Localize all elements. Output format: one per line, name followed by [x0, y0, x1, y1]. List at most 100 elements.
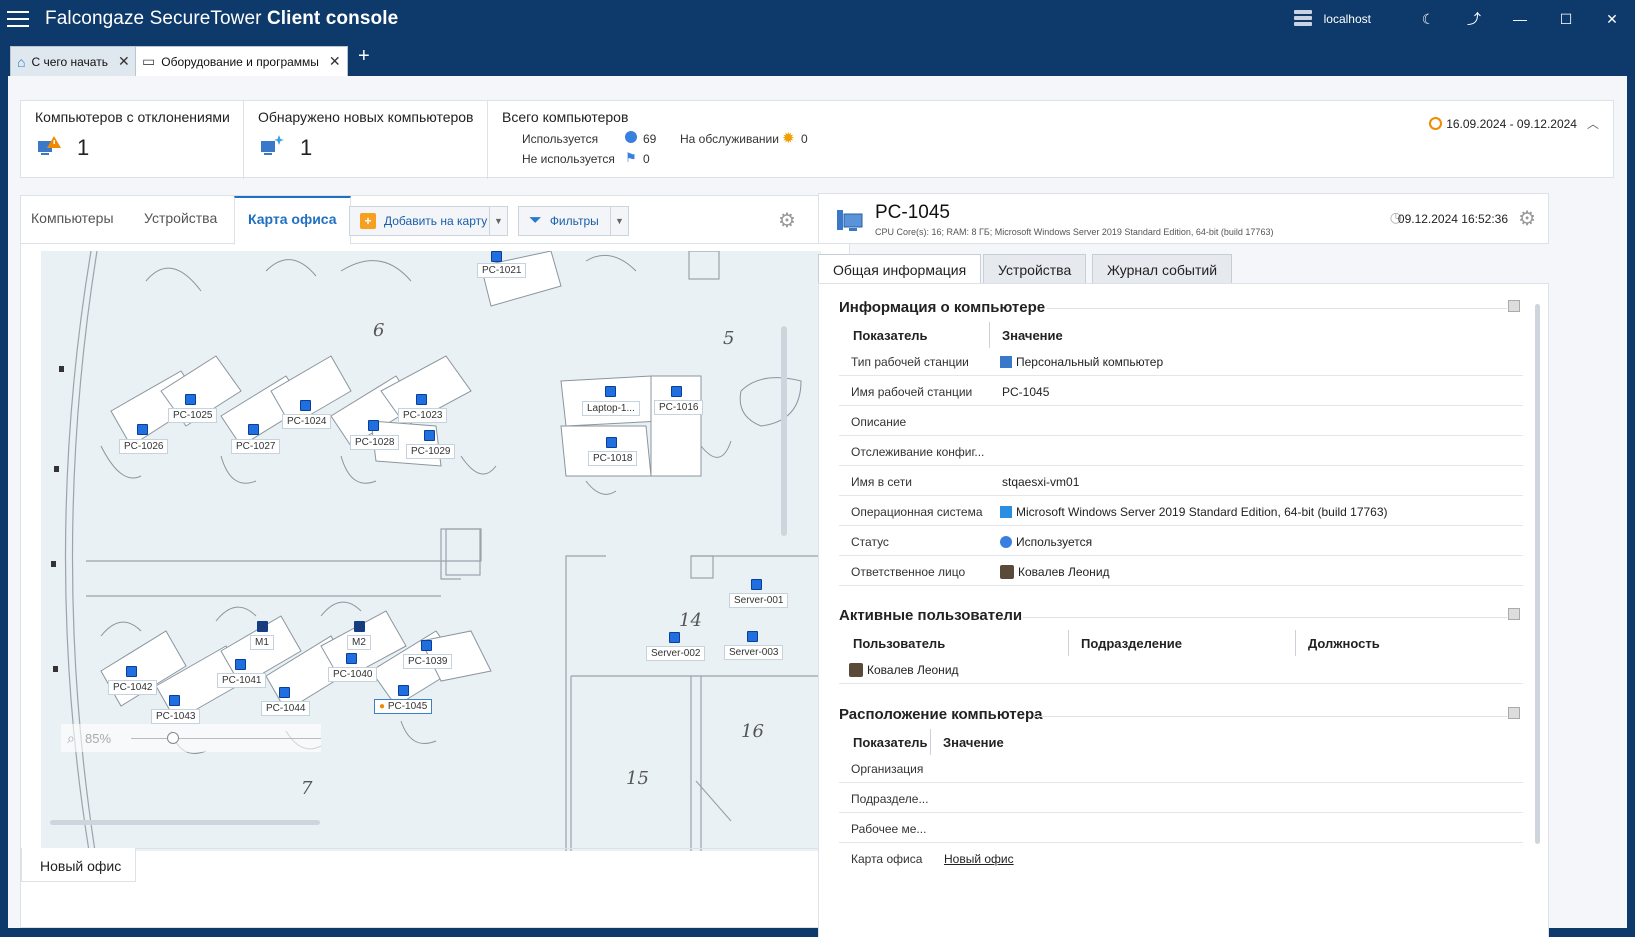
pin-icon[interactable]: ⤴	[1451, 0, 1497, 38]
map-pc-label[interactable]: PC-1023	[398, 408, 448, 423]
map-pc-label[interactable]: PC-1044	[261, 701, 311, 716]
info-row[interactable]: Отслеживание конфиг...	[839, 436, 1523, 466]
info-row[interactable]: Статус Используется	[839, 526, 1523, 556]
laptop-icon[interactable]	[605, 386, 616, 397]
computer-icon[interactable]	[416, 394, 427, 405]
office-map-link[interactable]: Новый офис	[944, 852, 1014, 866]
computer-icon[interactable]	[421, 640, 432, 651]
map-pc-label[interactable]: PC-1039	[403, 654, 453, 669]
map-pc-label[interactable]: M1	[250, 635, 274, 650]
computer-icon[interactable]	[398, 685, 409, 696]
computer-icon[interactable]	[491, 251, 502, 262]
computer-icon[interactable]	[137, 424, 148, 435]
gear-icon[interactable]: ⚙	[1518, 206, 1536, 231]
office-map[interactable]: 6 5 14 16 15 7 PC-1021 PC-1025 PC-1024 P…	[41, 251, 821, 851]
location-row[interactable]: Подразделе...	[839, 783, 1523, 813]
info-row[interactable]: Ответственное лицо Ковалев Леонид	[839, 556, 1523, 586]
computer-icon[interactable]	[606, 437, 617, 448]
map-pc-label[interactable]: PC-1028	[350, 435, 400, 450]
chevron-down-icon[interactable]: ▼	[610, 207, 628, 235]
tab-event-log[interactable]: Журнал событий	[1092, 254, 1233, 284]
server-icon[interactable]	[747, 631, 758, 642]
map-pc-label[interactable]: PC-1040	[328, 667, 378, 682]
theme-moon-icon[interactable]: ☾	[1405, 0, 1451, 38]
info-row[interactable]: Имя рабочей станции PC-1045	[839, 376, 1523, 406]
computer-icon[interactable]	[235, 659, 246, 670]
map-pc-label[interactable]: Server-003	[724, 645, 784, 660]
computer-icon[interactable]	[300, 400, 311, 411]
map-pc-label[interactable]: PC-1042	[108, 680, 158, 695]
minimize-button[interactable]: —	[1497, 0, 1543, 38]
monitor-icon[interactable]	[257, 621, 268, 632]
chevron-up-icon[interactable]: ︿	[1587, 115, 1599, 132]
tab-getting-started[interactable]: ⌂ С чего начать ✕	[10, 46, 137, 76]
total-box: Всего компьютеров Используется 69 Не исп…	[488, 101, 888, 179]
collapse-icon[interactable]	[1508, 300, 1520, 312]
monitor-icon[interactable]	[354, 621, 365, 632]
map-pc-label[interactable]: Server-001	[729, 593, 789, 608]
collapse-icon[interactable]	[1508, 608, 1520, 620]
map-pc-label-selected[interactable]: ● PC-1045	[374, 699, 433, 714]
new-computers-box[interactable]: Обнаружено новых компьютеров 1	[244, 101, 488, 179]
add-to-map-button[interactable]: + Добавить на карту ▼	[349, 206, 508, 236]
close-icon[interactable]: ✕	[329, 53, 341, 70]
tab-devices[interactable]: Устройства	[144, 210, 217, 226]
server-icon[interactable]	[751, 579, 762, 590]
close-button[interactable]: ✕	[1589, 0, 1635, 38]
info-row[interactable]: Операционная система Microsoft Windows S…	[839, 496, 1523, 526]
zoom-control[interactable]: ⌕ 85%	[61, 724, 321, 752]
tab-detail-devices[interactable]: Устройства	[983, 254, 1087, 284]
date-range[interactable]: 16.09.2024 - 09.12.2024 ︿	[1429, 115, 1599, 132]
new-tab-button[interactable]: +	[358, 46, 370, 66]
server-icon[interactable]	[669, 632, 680, 643]
computer-icon[interactable]	[368, 420, 379, 431]
computer-icon[interactable]	[126, 666, 137, 677]
map-pc-label[interactable]: PC-1027	[231, 439, 281, 454]
info-row[interactable]: Имя в сети stqaesxi-vm01	[839, 466, 1523, 496]
location-row[interactable]: Организация	[839, 753, 1523, 783]
chevron-down-icon[interactable]: ▼	[489, 207, 507, 235]
computer-icon[interactable]	[185, 394, 196, 405]
map-pc-label[interactable]: PC-1021	[477, 263, 527, 278]
user-row[interactable]: Ковалев Леонид	[839, 654, 1523, 684]
info-row[interactable]: Описание	[839, 406, 1523, 436]
collapse-icon[interactable]	[1508, 707, 1520, 719]
zoom-slider-handle[interactable]	[167, 732, 179, 744]
maximize-button[interactable]: ☐	[1543, 0, 1589, 38]
deviations-box[interactable]: Компьютеров с отклонениями 1	[21, 101, 244, 179]
map-pc-label[interactable]: PC-1018	[588, 451, 638, 466]
map-pc-label[interactable]: PC-1041	[217, 673, 267, 688]
detail-scrollbar[interactable]	[1535, 304, 1540, 844]
computer-icon[interactable]	[346, 653, 357, 664]
map-pc-label[interactable]: Server-002	[646, 646, 706, 661]
tab-hardware-software[interactable]: ▭ Оборудование и программы ✕	[135, 46, 348, 76]
gear-icon[interactable]: ⚙	[778, 208, 796, 233]
info-row[interactable]: Тип рабочей станции Персональный компьют…	[839, 346, 1523, 376]
location-row[interactable]: Карта офиса Новый офис	[839, 843, 1523, 873]
computer-icon[interactable]	[248, 424, 259, 435]
computer-icon[interactable]	[424, 430, 435, 441]
close-icon[interactable]: ✕	[118, 53, 130, 70]
map-pc-label[interactable]: Laptop-1...	[582, 401, 640, 416]
map-pc-label[interactable]: PC-1025	[168, 408, 218, 423]
map-pc-label[interactable]: PC-1029	[406, 444, 456, 459]
filters-button[interactable]: ⏷ Фильтры ▼	[518, 206, 629, 236]
sheet-tab-new-office[interactable]: Новый офис	[21, 848, 136, 882]
map-pc-label[interactable]: PC-1016	[654, 400, 704, 415]
location-row[interactable]: Рабочее ме...	[839, 813, 1523, 843]
tab-office-map[interactable]: Карта офиса	[234, 196, 351, 245]
computer-icon[interactable]	[671, 386, 682, 397]
map-pc-label[interactable]: PC-1043	[151, 709, 201, 724]
map-pc-label[interactable]: PC-1024	[282, 414, 332, 429]
map-horizontal-scrollbar[interactable]	[50, 820, 320, 825]
zoom-track[interactable]	[131, 738, 321, 739]
computer-icon[interactable]	[169, 695, 180, 706]
map-vertical-scrollbar[interactable]	[781, 326, 787, 536]
computer-icon[interactable]	[279, 687, 290, 698]
menu-icon[interactable]	[7, 11, 29, 27]
tab-general-info[interactable]: Общая информация	[818, 254, 982, 284]
tab-computers[interactable]: Компьютеры	[31, 210, 114, 226]
map-pc-label[interactable]: M2	[347, 635, 371, 650]
map-pc-label[interactable]: PC-1026	[119, 439, 169, 454]
home-icon: ⌂	[17, 53, 26, 70]
